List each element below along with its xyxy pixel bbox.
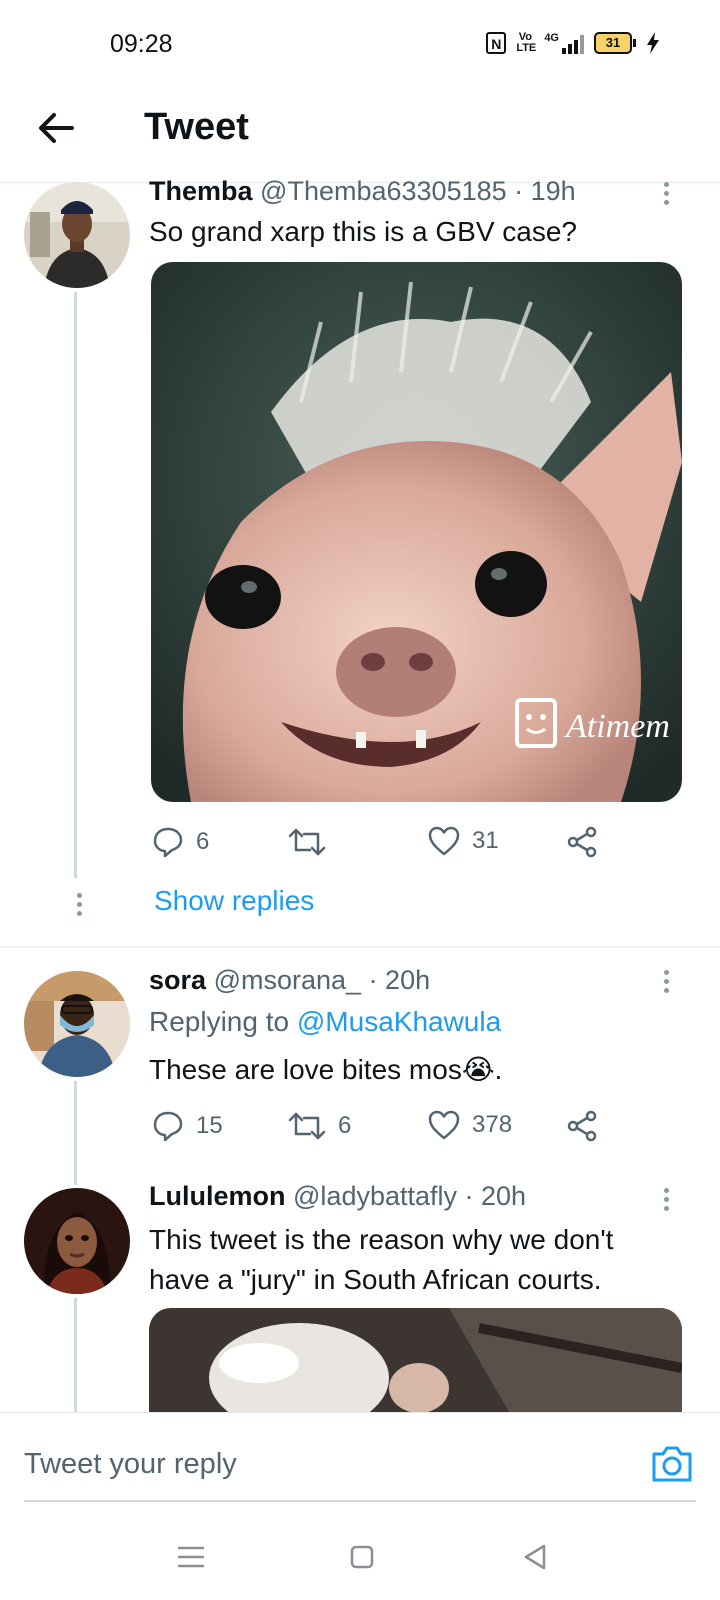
status-icons: N Vo LTE 4G 31 [486, 32, 660, 54]
retweet-icon [288, 828, 326, 856]
battery-icon: 31 [594, 32, 636, 54]
tweet-time: · 20h [464, 1181, 527, 1211]
more-options-icon[interactable] [662, 970, 670, 993]
media-watermark: Atimem [566, 708, 670, 745]
like-count: 378 [472, 1111, 513, 1138]
like-button[interactable]: 31 [428, 826, 499, 856]
page-title: Tweet [144, 106, 249, 148]
retweet-button[interactable] [288, 826, 338, 858]
tweet-author-line[interactable]: Lululemon @ladybattafly · 20h [149, 1181, 526, 1212]
author-handle: @ladybattafly [293, 1181, 458, 1211]
network-label: 4G [544, 31, 559, 44]
menu-icon[interactable] [178, 1545, 204, 1569]
author-handle: @msorana_ [213, 965, 362, 995]
volte-icon: Vo LTE [516, 31, 537, 54]
tweet-media-image[interactable] [149, 1308, 682, 1412]
avatar-themba[interactable] [24, 182, 130, 288]
tweet-text: So grand xarp this is a GBV case? [149, 216, 577, 247]
back-triangle-icon[interactable] [522, 1543, 548, 1571]
author-name: sora [149, 965, 207, 995]
signal-icon: 4G [544, 31, 584, 54]
home-square-icon[interactable] [350, 1545, 374, 1569]
reply-icon [153, 1111, 183, 1142]
share-icon[interactable] [566, 826, 598, 858]
back-arrow-icon[interactable] [36, 108, 76, 148]
show-replies-link[interactable]: Show replies [154, 885, 314, 917]
author-handle: @Themba63305185 [260, 176, 507, 206]
tweet-separator [0, 946, 720, 948]
charging-icon [647, 32, 659, 54]
thread-line [74, 1298, 77, 1412]
reply-button[interactable]: 6 [152, 826, 209, 858]
reply-button[interactable]: 15 [152, 1110, 223, 1142]
tweet-author-line[interactable]: sora @msorana_ · 20h [149, 965, 430, 996]
camera-icon[interactable] [650, 1444, 694, 1484]
retweet-count: 6 [338, 1112, 352, 1139]
reply-bar-divider [0, 1412, 720, 1413]
tweet-media-image[interactable]: Atimem [151, 262, 682, 802]
like-button[interactable]: 378 [428, 1110, 512, 1140]
avatar-sora[interactable] [24, 971, 130, 1077]
avatar-lululemon[interactable] [24, 1188, 130, 1294]
reply-count: 6 [196, 828, 210, 855]
status-time: 09:28 [110, 30, 173, 58]
tweet-author-line[interactable]: Themba @Themba63305185 · 19h [149, 176, 576, 207]
nfc-icon: N [486, 32, 507, 54]
replying-to-line: Replying to @MusaKhawula [149, 1006, 501, 1038]
battery-level: 31 [594, 32, 632, 54]
reply-count: 15 [196, 1112, 223, 1139]
tweet-time: · 19h [514, 176, 576, 206]
heart-icon [428, 1110, 460, 1140]
tweet-text: These are love bites mos😭. [149, 1054, 503, 1085]
reply-bar [0, 1412, 720, 1600]
author-name: Themba [149, 176, 253, 206]
thread-dots [75, 893, 83, 916]
more-options-icon[interactable] [662, 1188, 670, 1211]
replying-to-link[interactable]: @MusaKhawula [297, 1006, 501, 1037]
replying-prefix: Replying to [149, 1006, 290, 1037]
more-options-icon[interactable] [662, 182, 670, 205]
like-count: 31 [472, 827, 499, 854]
tweet-text: This tweet is the reason why we don't ha… [149, 1224, 614, 1295]
share-icon[interactable] [566, 1110, 598, 1142]
retweet-button[interactable]: 6 [288, 1110, 351, 1142]
heart-icon [428, 826, 460, 856]
author-name: Lululemon [149, 1181, 286, 1211]
thread-line [74, 292, 77, 878]
tweet-time: · 20h [368, 965, 431, 995]
reply-input[interactable]: Tweet your reply [24, 1448, 237, 1481]
retweet-icon [288, 1112, 326, 1140]
thread-line [74, 1081, 77, 1185]
reply-input-underline [24, 1500, 696, 1502]
reply-icon [153, 827, 183, 858]
